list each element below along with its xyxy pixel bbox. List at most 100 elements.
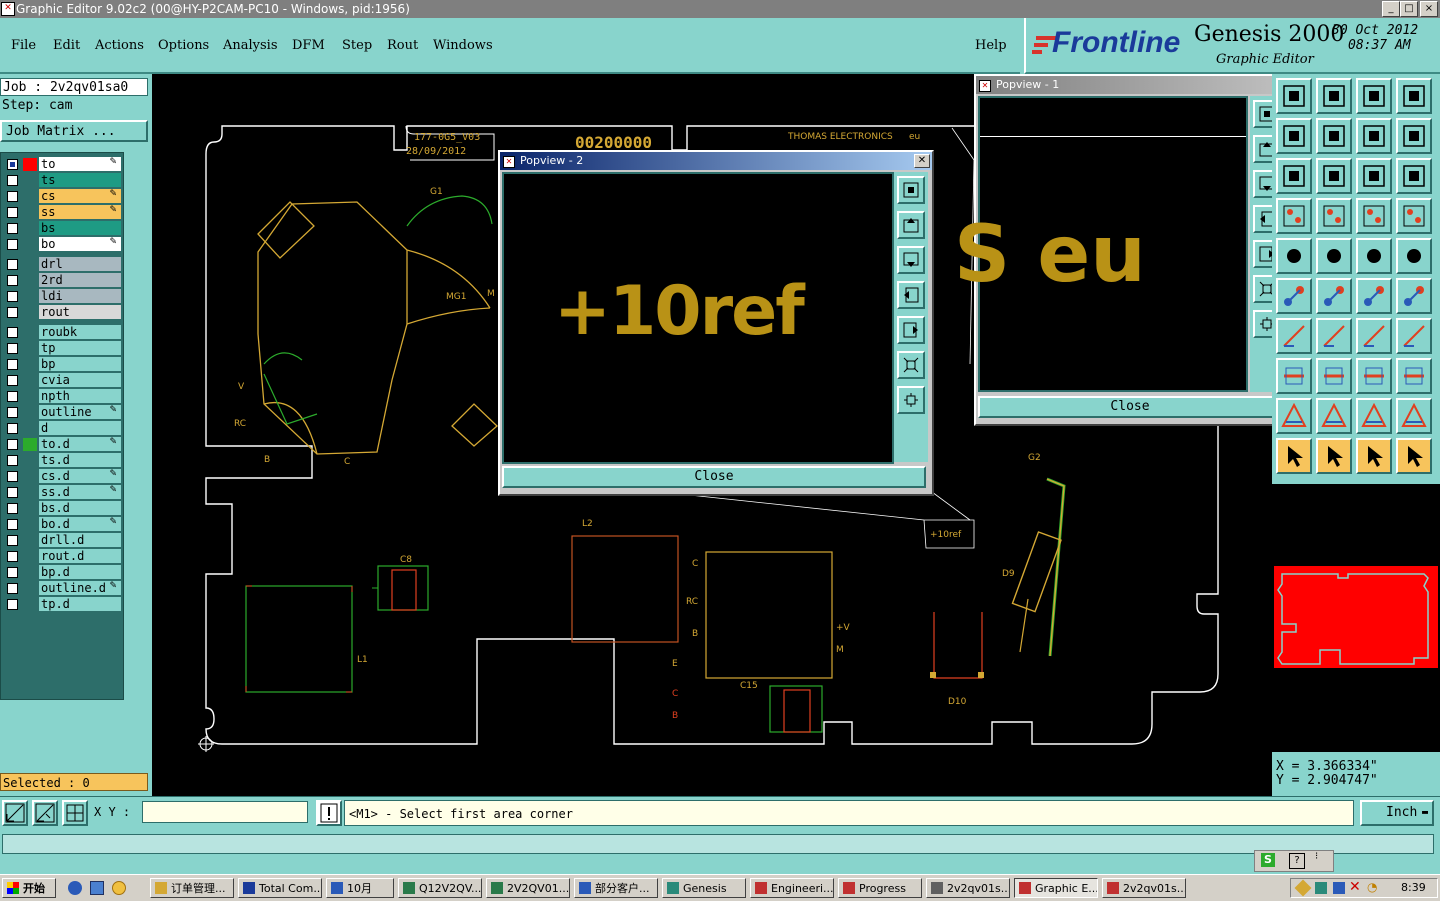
connect-icon[interactable] [1276,278,1312,314]
layer-checkbox[interactable] [7,503,18,514]
pop2-pan-right-icon[interactable] [897,316,925,344]
units-select[interactable]: Inch ▬ [1360,800,1434,826]
layer-row[interactable]: 2rd [3,273,121,288]
arc-icon[interactable] [1356,318,1392,354]
query-icon[interactable] [1396,158,1432,194]
measure-icon[interactable] [32,800,58,826]
popview-2-view[interactable]: +10ref [502,172,894,464]
layer-row[interactable]: bs.d [3,501,121,516]
layer-checkbox[interactable] [7,439,18,450]
layer-row[interactable]: drll.d [3,533,121,548]
zoom-home-icon[interactable] [1276,78,1312,114]
snap-mode-icon[interactable] [2,800,28,826]
next-view-icon[interactable] [1316,118,1352,154]
layer-name[interactable]: ts.d [39,453,121,467]
measure-box-icon[interactable] [1356,358,1392,394]
scroll-icon[interactable]: ⁝ [1315,851,1318,862]
tray-app-icon[interactable] [1333,882,1345,894]
layer-checkbox[interactable] [7,275,18,286]
layer-row[interactable]: cvia [3,373,121,388]
layer-name[interactable]: drll.d [39,533,121,547]
layer-row[interactable]: d [3,421,121,436]
layer-settings-icon[interactable] [1276,198,1312,234]
menu-step[interactable]: Step [342,38,372,53]
layer-color-swatch[interactable] [23,438,37,451]
tray-x-icon[interactable]: ✕ [1349,879,1361,895]
layer-row[interactable]: bp [3,357,121,372]
layer-row[interactable]: tp.d [3,597,121,612]
layer-name[interactable]: roubk [39,325,121,339]
popview-1-close-button[interactable]: Close [978,396,1282,418]
zoom-page-icon[interactable] [1316,78,1352,114]
layer-name[interactable]: d [39,421,121,435]
select-arrow-icon[interactable] [1276,438,1312,474]
popview-1-view[interactable]: S eu [954,96,1248,392]
layer-checkbox[interactable] [7,551,18,562]
triangle-icon[interactable] [1276,398,1312,434]
layer-checkbox[interactable] [7,343,18,354]
window-view-icon[interactable] [1396,78,1432,114]
layer-row[interactable]: cs.d ✎ [3,469,121,484]
menu-options[interactable]: Options [158,38,209,53]
layer-checkbox[interactable] [7,307,18,318]
layer-name[interactable]: bp [39,357,121,371]
pop2-zoom-out-icon[interactable] [897,351,925,379]
prev-view-icon[interactable] [1356,118,1392,154]
layer-row[interactable]: outline.d ✎ [3,581,121,596]
pop2-zoom-fit-icon[interactable] [897,176,925,204]
line-add-icon[interactable] [1316,238,1352,274]
pop2-pan-left-icon[interactable] [897,281,925,309]
triangle-fill-icon[interactable] [1356,398,1392,434]
layer-checkbox[interactable] [7,519,18,530]
layer-name[interactable]: bs [39,221,121,235]
layer-row[interactable]: ldi [3,289,121,304]
job-matrix-button[interactable]: Job Matrix ... [0,120,148,142]
start-button[interactable]: 开始 [2,878,56,898]
layer-checkbox[interactable] [7,175,18,186]
layer-name[interactable]: ldi [39,289,121,303]
layer-checkbox[interactable] [7,359,18,370]
layer-name[interactable]: tp.d [39,597,121,611]
select-path-icon[interactable] [1396,438,1432,474]
layer-checkbox[interactable] [7,159,18,170]
xy-input[interactable] [142,801,308,823]
tray-clock-icon[interactable]: ◔ [1367,880,1377,894]
layer-row[interactable]: rout.d [3,549,121,564]
taskbar-item[interactable]: 10月 [326,878,394,898]
ie-icon[interactable] [68,881,82,895]
layer-checkbox[interactable] [7,423,18,434]
taskbar-item[interactable]: 2v2qv01s... [926,878,1010,898]
layer-checkbox[interactable] [7,207,18,218]
cut-line-icon[interactable] [1316,358,1352,394]
layer-row[interactable]: ts.d [3,453,121,468]
layer-checkbox[interactable] [7,223,18,234]
layer-edit-icon[interactable]: ✎ [109,437,117,447]
layer-edit-icon[interactable]: ✎ [109,189,117,199]
layer-checkbox[interactable] [7,407,18,418]
layer-color-swatch[interactable] [23,158,37,171]
menu-actions[interactable]: Actions [95,38,144,53]
select-net-icon[interactable] [1356,438,1392,474]
layer-row[interactable]: bp.d [3,565,121,580]
tray-pencil-icon[interactable] [1294,879,1312,897]
minimize-button[interactable]: _ [1382,1,1400,17]
board-overview[interactable] [1274,566,1438,668]
grid-view-icon[interactable] [1316,198,1352,234]
taskbar-item[interactable]: Graphic E... [1014,878,1098,898]
ruler-icon[interactable] [1356,238,1392,274]
layer-name[interactable]: bp.d [39,565,121,579]
menu-help[interactable]: Help [975,38,1007,53]
close-window-button[interactable]: × [1420,1,1438,17]
menu-rout[interactable]: Rout [387,38,418,53]
layer-checkbox[interactable] [7,599,18,610]
redraw-icon[interactable] [1276,118,1312,154]
layer-row[interactable]: rout [3,305,121,320]
layer-checkbox[interactable] [7,391,18,402]
popview-2-close-icon[interactable]: ✕ [914,154,930,168]
group-icon[interactable] [1396,358,1432,394]
maximize-button[interactable]: □ [1400,1,1418,17]
pad-icon[interactable] [1276,238,1312,274]
taskbar-item[interactable]: Progress [838,878,922,898]
menu-analysis[interactable]: Analysis [223,38,278,53]
route-icon[interactable] [1356,278,1392,314]
